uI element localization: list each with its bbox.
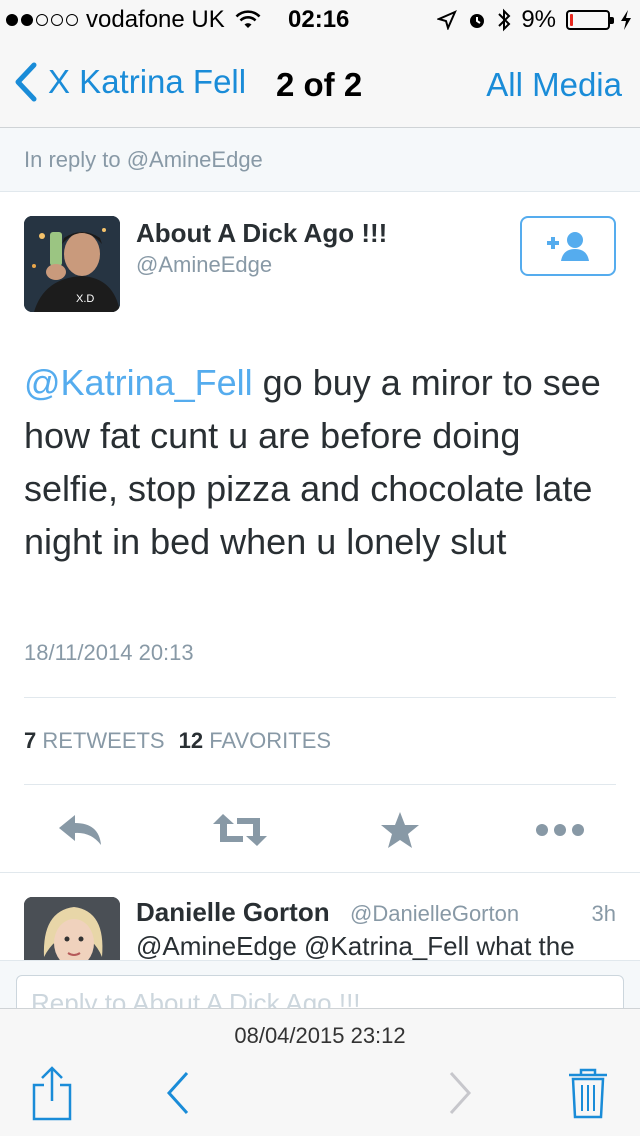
status-bar: vodafone UK 02:16 9% — [0, 0, 640, 40]
next-button[interactable] — [430, 1063, 490, 1123]
trash-icon — [569, 1068, 607, 1119]
reply-time: 3h — [591, 901, 616, 926]
svg-text:X.D: X.D — [76, 293, 94, 305]
in-reply-to-link[interactable]: In reply to @AmineEdge — [0, 128, 640, 192]
battery-percent: 9% — [521, 6, 556, 33]
more-button[interactable] — [530, 800, 590, 860]
tweet-actions — [0, 800, 640, 860]
more-icon — [536, 824, 584, 836]
retweet-icon — [213, 814, 267, 846]
tweet-text: @Katrina_Fell go buy a miror to see how … — [24, 356, 624, 568]
back-chevron-icon — [15, 62, 37, 102]
compose-bar: Reply to About A Dick Ago !!! — [0, 960, 640, 1008]
delete-button[interactable] — [558, 1063, 618, 1123]
reply-display-name[interactable]: Danielle Gorton — [136, 897, 330, 928]
reply-handle[interactable]: @DanielleGorton — [350, 901, 519, 927]
reply-icon — [59, 815, 101, 845]
charging-bolt-icon — [621, 10, 631, 30]
divider — [24, 784, 616, 785]
toolbar-date: 08/04/2015 23:12 — [234, 1023, 406, 1048]
clock: 02:16 — [288, 6, 350, 33]
follow-button[interactable] — [520, 216, 616, 276]
follow-user-icon — [547, 232, 589, 261]
user-handle[interactable]: @AmineEdge — [136, 252, 272, 278]
wifi-icon — [235, 10, 261, 28]
signal-strength-icon — [6, 14, 78, 26]
favorites-stat[interactable]: 12 FAVORITES — [179, 728, 331, 754]
next-icon — [449, 1071, 472, 1115]
battery-icon — [566, 10, 614, 30]
battery-level-fill — [570, 14, 573, 26]
back-button[interactable]: X Katrina Fell — [14, 62, 246, 102]
share-button[interactable] — [22, 1063, 82, 1123]
retweets-stat[interactable]: 7 RETWEETS — [24, 728, 165, 754]
mention-link[interactable]: @Katrina_Fell — [24, 362, 253, 403]
alarm-icon — [470, 14, 485, 28]
reply-input[interactable]: Reply to About A Dick Ago !!! — [16, 975, 624, 1008]
retweet-button[interactable] — [210, 800, 270, 860]
status-left: vodafone UK — [6, 6, 261, 34]
nav-bar: X Katrina Fell 2 of 2 All Media — [0, 40, 640, 128]
previous-button[interactable] — [148, 1063, 208, 1123]
favorite-star-icon — [381, 812, 419, 848]
avatar[interactable]: X.D — [24, 216, 120, 312]
carrier-name: vodafone UK — [86, 6, 225, 33]
location-arrow-icon — [437, 10, 458, 30]
status-right: 9% — [437, 6, 632, 34]
favorite-button[interactable] — [370, 800, 430, 860]
reply-avatar[interactable] — [24, 897, 120, 960]
divider — [24, 697, 616, 698]
share-icon — [32, 1066, 72, 1121]
reply-button[interactable] — [50, 800, 110, 860]
back-label: X Katrina Fell — [48, 63, 247, 100]
bottom-toolbar: 08/04/2015 23:12 — [0, 1008, 640, 1136]
reply-tweet[interactable]: Danielle Gorton @DanielleGorton 3h @Amin… — [0, 872, 640, 960]
user-display-name[interactable]: About A Dick Ago !!! — [136, 218, 387, 249]
bluetooth-icon — [498, 8, 511, 32]
tweet-timestamp: 18/11/2014 20:13 — [24, 640, 194, 665]
tweet-stats: 7 RETWEETS 12 FAVORITES — [24, 728, 331, 754]
previous-icon — [166, 1071, 189, 1115]
all-media-button[interactable]: All Media — [486, 66, 622, 104]
page-counter: 2 of 2 — [276, 66, 363, 103]
reply-text: @AmineEdge @Katrina_Fell what the — [136, 931, 575, 960]
